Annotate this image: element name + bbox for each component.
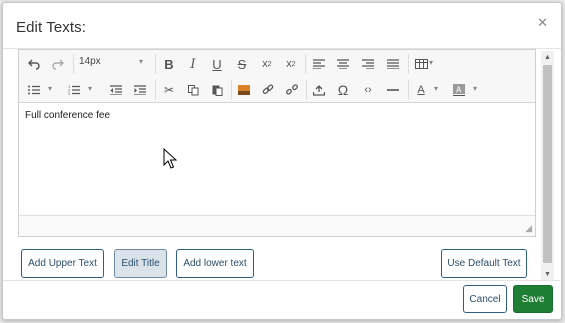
- align-justify-icon[interactable]: [382, 53, 404, 75]
- underline-icon[interactable]: U: [206, 53, 228, 75]
- font-size-select[interactable]: 14px ▾: [79, 56, 149, 67]
- align-center-icon[interactable]: [332, 53, 354, 75]
- use-default-text-button[interactable]: Use Default Text: [441, 249, 527, 278]
- toolbar-divider: [155, 54, 156, 74]
- vertical-scrollbar[interactable]: ▲ ▼: [541, 51, 554, 281]
- edit-title-button[interactable]: Edit Title: [114, 249, 167, 278]
- toolbar-row-2: ▾ 123 ▾ ✂ Ω ‹› A ▾ A ▾: [19, 77, 535, 103]
- cut-icon[interactable]: ✂: [158, 79, 180, 101]
- undo-icon[interactable]: [23, 53, 45, 75]
- close-icon[interactable]: ✕: [537, 15, 548, 31]
- align-left-icon[interactable]: [308, 53, 330, 75]
- svg-text:A: A: [456, 86, 462, 95]
- font-size-value: 14px: [79, 56, 101, 67]
- background-color-icon[interactable]: A: [448, 79, 470, 101]
- unordered-list-icon[interactable]: [23, 79, 45, 101]
- ordered-list-icon[interactable]: 123: [63, 79, 85, 101]
- italic-icon[interactable]: I: [182, 53, 204, 75]
- resize-handle-icon[interactable]: ◢: [525, 223, 532, 234]
- outdent-icon[interactable]: [105, 79, 127, 101]
- footer-divider: [3, 280, 560, 281]
- paste-icon[interactable]: [206, 79, 228, 101]
- save-button[interactable]: Save: [513, 285, 553, 313]
- add-lower-text-button[interactable]: Add lower text: [176, 249, 254, 278]
- link-icon[interactable]: [257, 79, 279, 101]
- chevron-down-icon: ▾: [473, 84, 478, 93]
- editor-content-area[interactable]: Full conference fee: [19, 104, 535, 216]
- special-char-icon[interactable]: Ω: [332, 79, 354, 101]
- horizontal-rule-icon[interactable]: [382, 79, 404, 101]
- rich-text-editor: 14px ▾ B I U S x2 x2 ▾ ▾ 1 2 3 ▾ ✂ Ω ‹› …: [18, 49, 536, 237]
- cancel-button[interactable]: Cancel: [463, 285, 507, 313]
- toolbar-divider: [155, 80, 156, 100]
- dialog-body: 14px ▾ B I U S x2 x2 ▾ ▾ 1 2 3 ▾ ✂ Ω ‹› …: [3, 49, 560, 281]
- indent-icon[interactable]: [129, 79, 151, 101]
- toolbar-divider: [305, 54, 306, 74]
- dialog-header: Edit Texts: ✕: [3, 3, 561, 49]
- chevron-down-icon: ▾: [434, 84, 439, 93]
- scroll-thumb[interactable]: [543, 65, 552, 263]
- toolbar-divider: [408, 54, 409, 74]
- editor-toolbar: 14px ▾ B I U S x2 x2 ▾ ▾ 1 2 3 ▾ ✂ Ω ‹› …: [19, 50, 535, 103]
- add-upper-text-button[interactable]: Add Upper Text: [21, 249, 104, 278]
- edit-texts-dialog: Edit Texts: ✕ 14px ▾ B I U S x 2 x 2 ▾ ▾…: [2, 2, 562, 320]
- copy-icon[interactable]: [182, 79, 204, 101]
- toolbar-divider: [306, 80, 307, 100]
- code-icon[interactable]: ‹›: [357, 79, 379, 101]
- svg-text:3: 3: [68, 92, 70, 95]
- editor-text: Full conference fee: [25, 110, 111, 121]
- unlink-icon[interactable]: [281, 79, 303, 101]
- scroll-up-icon[interactable]: ▲: [541, 51, 554, 64]
- chevron-down-icon: ▾: [139, 57, 144, 66]
- chevron-down-icon: ▾: [88, 84, 93, 93]
- toolbar-divider: [408, 80, 409, 100]
- toolbar-divider: [231, 80, 232, 100]
- bold-icon[interactable]: B: [158, 53, 180, 75]
- toolbar-row-1: 14px ▾ B I U S x2 x2 ▾: [19, 51, 535, 77]
- chevron-down-icon: ▾: [429, 58, 434, 67]
- upload-icon[interactable]: [308, 79, 330, 101]
- align-right-icon[interactable]: [357, 53, 379, 75]
- toolbar-divider: [73, 54, 74, 74]
- mouse-pointer-icon: [163, 148, 177, 169]
- superscript-icon[interactable]: x2: [280, 53, 302, 75]
- font-color-icon[interactable]: A: [410, 79, 432, 101]
- image-icon[interactable]: [233, 79, 255, 101]
- strikethrough-icon[interactable]: S: [231, 53, 253, 75]
- dialog-title: Edit Texts:: [16, 19, 87, 36]
- redo-icon[interactable]: [47, 53, 69, 75]
- editor-statusbar: ◢: [19, 215, 535, 236]
- chevron-down-icon: ▾: [48, 84, 53, 93]
- subscript-icon[interactable]: x2: [256, 53, 278, 75]
